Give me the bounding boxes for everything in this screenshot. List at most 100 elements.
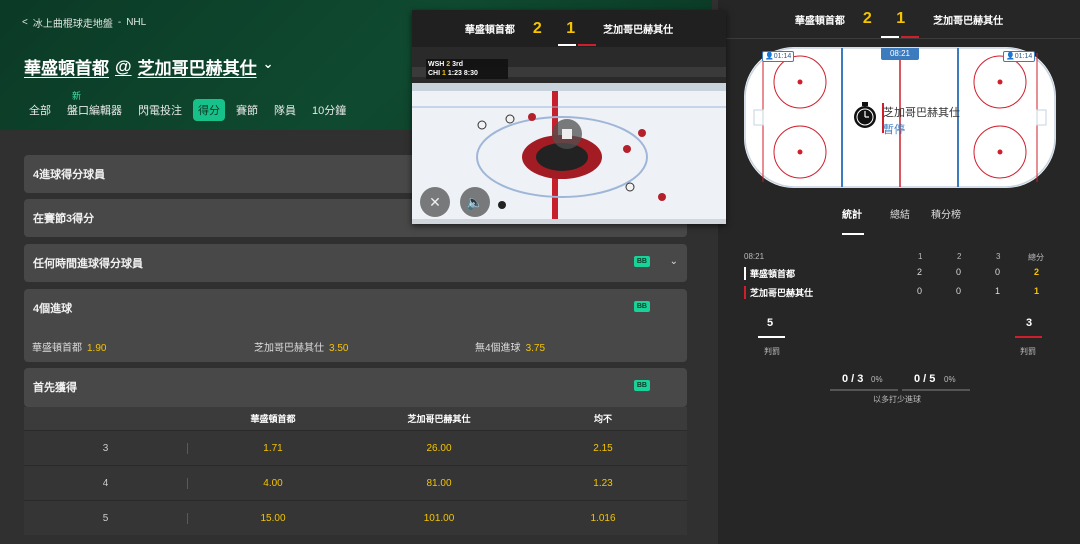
- odds-cell[interactable]: 81.00: [358, 478, 520, 489]
- total-score: 2: [1034, 267, 1040, 277]
- period-label: 2: [957, 252, 962, 261]
- period-score: 2: [917, 267, 923, 277]
- close-icon: ✕: [429, 193, 441, 210]
- odds-cell[interactable]: 101.00: [358, 513, 520, 524]
- team-name: 華盛頓首都: [744, 267, 795, 280]
- bet-builder-badge: BB: [633, 380, 650, 391]
- bug-time: 1:23: [447, 70, 462, 77]
- video-scoreboard: 華盛頓首都 2 1 芝加哥巴赫其仕: [412, 10, 726, 47]
- table-row: 4 4.00 81.00 1.23: [24, 465, 687, 500]
- period-label: 1: [918, 252, 923, 261]
- back-chevron-icon[interactable]: <: [22, 17, 28, 28]
- away-color-bar: [578, 44, 596, 46]
- penalty-label: 判罰: [764, 347, 780, 356]
- bet-builder-badge: BB: [633, 256, 650, 267]
- score: 2 1: [862, 10, 916, 27]
- at-symbol: @: [115, 56, 132, 76]
- penalty-row: 5 3: [718, 317, 1080, 333]
- player-icon: 👤: [765, 53, 774, 60]
- chevron-down-icon[interactable]: ⌄: [670, 256, 678, 267]
- away-powerplay: 0 / 5: [914, 373, 936, 385]
- period-score: 0: [956, 267, 962, 277]
- volume-button[interactable]: 🔈: [460, 187, 490, 217]
- column-header: 芝加哥巴赫其仕: [407, 414, 471, 424]
- tab-10-minutes[interactable]: 10分鐘: [307, 99, 351, 121]
- period-score: 0: [995, 267, 1001, 277]
- tab-label: 隊員: [274, 105, 296, 117]
- away-team-name: 芝加哥巴赫其仕: [137, 59, 257, 78]
- tab-label: 盤口編輯器: [67, 105, 122, 117]
- column-header: 華盛頓首都: [250, 414, 296, 424]
- option-odds: 3.50: [329, 343, 349, 354]
- tab-label: 得分: [198, 105, 220, 117]
- market-4th-goal: 4個進球 BB 華盛頓首都 1.90 芝加哥巴赫其仕 3.50 無4個進球 3.75: [24, 289, 687, 362]
- tab-standings[interactable]: 積分榜: [931, 206, 961, 221]
- stats-row-home: 華盛頓首都 2 0 0 2: [718, 267, 1080, 283]
- tab-all[interactable]: 全部: [24, 99, 56, 121]
- away-team-name: 芝加哥巴赫其仕: [603, 25, 674, 36]
- stop-icon: [562, 129, 572, 139]
- odds-cell[interactable]: 1.71: [188, 443, 358, 454]
- tab-summary[interactable]: 總結: [890, 206, 910, 221]
- game-clock: 08:21: [881, 48, 919, 60]
- odds-cell[interactable]: 1.23: [520, 478, 686, 489]
- home-powerplay-pct: 0%: [871, 375, 883, 384]
- chevron-down-icon[interactable]: ⌄: [263, 56, 274, 72]
- odds-cell[interactable]: 15.00: [188, 513, 358, 524]
- tab-scoring[interactable]: 得分: [193, 99, 225, 121]
- powerplay-label: 以多打少進球: [873, 395, 921, 404]
- tab-periods[interactable]: 賽節: [231, 99, 263, 121]
- breadcrumb-sport[interactable]: 冰上曲棍球走地盤: [33, 15, 113, 30]
- option-label: 華盛頓首都: [32, 343, 82, 354]
- tab-label: 閃電投注: [138, 105, 182, 117]
- home-team-name: 華盛頓首都: [464, 25, 515, 36]
- penalty-timer-left: 👤01:14: [762, 51, 795, 62]
- home-team-name: 華盛頓首都: [794, 15, 845, 27]
- bug-away-abbr: CHI: [428, 70, 441, 77]
- breadcrumb-league[interactable]: NHL: [126, 17, 146, 28]
- live-video-player[interactable]: 華盛頓首都 2 1 芝加哥巴赫其仕 WSH 2 3rd CHI 1 1:23 8…: [412, 10, 726, 224]
- tab-label: 全部: [29, 105, 51, 117]
- penalty-label-row: 判罰 判罰: [718, 346, 1080, 362]
- bug-home-score: 2: [446, 61, 451, 68]
- scoreboard-header: 華盛頓首都 2 1 芝加哥巴赫其仕: [718, 0, 1080, 38]
- period-score: 0: [956, 286, 962, 296]
- tab-players[interactable]: 隊員: [269, 99, 301, 121]
- tab-bet-builder[interactable]: 新盤口編輯器: [62, 91, 127, 121]
- match-title[interactable]: 華盛頓首都 @ 芝加哥巴赫其仕 ⌄: [24, 54, 273, 79]
- odds-cell[interactable]: 2.15: [520, 443, 686, 454]
- tab-stats[interactable]: 統計: [842, 206, 862, 221]
- option-label: 無4個進球: [475, 343, 521, 354]
- odds-option[interactable]: 華盛頓首都 1.90: [32, 339, 106, 354]
- close-video-button[interactable]: ✕: [420, 187, 450, 217]
- score: 2 1: [532, 19, 586, 37]
- player-icon: 👤: [1006, 53, 1015, 60]
- tab-quick-bet[interactable]: 閃電投注: [133, 99, 187, 121]
- bug-away-score: 1: [442, 70, 446, 77]
- stop-button[interactable]: [552, 119, 582, 149]
- market-anytime-goal-scorer[interactable]: 任何時間進球得分球員 BB ⌄: [24, 244, 687, 282]
- odds-option[interactable]: 芝加哥巴赫其仕 3.50: [254, 339, 348, 354]
- tab-label: 10分鐘: [312, 105, 347, 117]
- page: < 冰上曲棍球走地盤 - NHL 華盛頓首都 @ 芝加哥巴赫其仕 ⌄ 全部 新盤…: [0, 0, 1080, 544]
- odds-cell[interactable]: 4.00: [188, 478, 358, 489]
- home-penalty-bar: [758, 336, 785, 338]
- market-first-to-reach[interactable]: 首先獲得 BB: [24, 368, 687, 407]
- stats-header-row: 08:21 1 2 3 總分: [718, 252, 1080, 268]
- penalty-time: 01:14: [1014, 53, 1033, 60]
- powerplay-row: 0 / 3 0% 0 / 5 0%: [718, 373, 1080, 389]
- team-name: 芝加哥巴赫其仕: [744, 286, 813, 299]
- away-powerplay-pct: 0%: [944, 375, 956, 384]
- bug-clock: 8:30: [463, 70, 478, 77]
- odds-cell[interactable]: 1.016: [520, 513, 686, 524]
- breadcrumb[interactable]: < 冰上曲棍球走地盤 - NHL: [22, 15, 146, 30]
- market-tabs: 全部 新盤口編輯器 閃電投注 得分 賽節 隊員 10分鐘: [24, 91, 357, 121]
- live-tracker-column: 華盛頓首都 2 1 芝加哥巴赫其仕 08:21 👤01:14 👤01:14 芝加…: [718, 0, 1080, 544]
- active-tab-underline: [842, 233, 864, 235]
- odds-option[interactable]: 無4個進球 3.75: [475, 339, 545, 354]
- market-title: 任何時間進球得分球員: [33, 258, 143, 270]
- odds-cell[interactable]: 26.00: [358, 443, 520, 454]
- goals-cell: 4: [24, 477, 188, 489]
- stats-row-away: 芝加哥巴赫其仕 0 0 1 1: [718, 286, 1080, 302]
- powerplay-label-row: 以多打少進球: [718, 394, 1080, 410]
